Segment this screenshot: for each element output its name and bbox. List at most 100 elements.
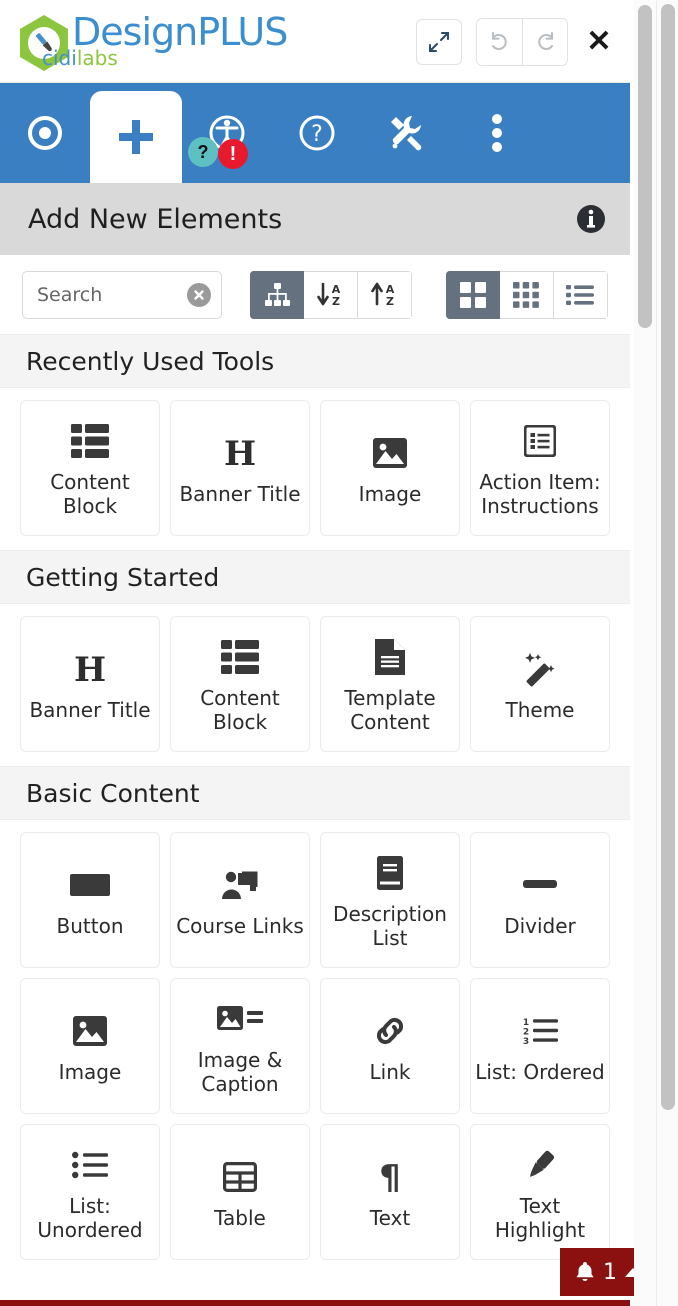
sort-alpha-down-button[interactable]: A Z <box>303 270 358 319</box>
sort-button-group: A Z A Z <box>249 270 412 319</box>
tool-card-link[interactable]: Link <box>320 978 460 1114</box>
tab-more[interactable] <box>452 83 542 183</box>
tool-card-label: Content Block <box>50 470 130 518</box>
redo-button[interactable] <box>522 19 567 65</box>
section-grid-basic-content: Button Course Links Description List Div… <box>0 820 630 1274</box>
page-title: Add New Elements <box>28 203 283 235</box>
svg-text:¶: ¶ <box>379 1160 401 1194</box>
section-title: Getting Started <box>26 562 220 592</box>
bottom-rule <box>0 1300 630 1306</box>
paragraph-icon: ¶ <box>375 1154 405 1200</box>
undo-button[interactable] <box>477 19 522 65</box>
page-title-bar: Add New Elements <box>0 183 630 255</box>
sitemap-icon <box>264 282 290 307</box>
designplus-sidebar-app: DesignPLUS cidilabs ✕ ? ! ? Add New Elem… <box>0 0 678 1306</box>
svg-text:1: 1 <box>523 1018 529 1028</box>
tool-card-label: Button <box>56 914 124 938</box>
grid-large-button[interactable] <box>445 270 500 319</box>
page-scrollbar-thumb[interactable] <box>661 4 675 1110</box>
tool-card-image-caption[interactable]: Image & Caption <box>170 978 310 1114</box>
list-unordered-icon <box>72 1142 108 1188</box>
svg-text:Z: Z <box>332 295 340 308</box>
tool-card-label: Table <box>214 1206 266 1230</box>
clear-search-icon[interactable] <box>186 282 211 307</box>
sort-alpha-up-button[interactable]: A Z <box>357 270 412 319</box>
svg-text:?: ? <box>311 122 323 147</box>
search-input[interactable] <box>23 283 183 306</box>
tool-card-label: Theme <box>505 698 575 722</box>
section-title: Basic Content <box>26 778 200 808</box>
magic-wand-icon <box>522 646 558 692</box>
tool-card-image[interactable]: Image <box>320 400 460 536</box>
tool-card-image[interactable]: Image <box>20 978 160 1114</box>
tool-card-text-highlight[interactable]: Text Highlight <box>470 1124 610 1260</box>
tab-accessibility[interactable]: ? ! <box>182 83 272 183</box>
tool-card-theme[interactable]: Theme <box>470 616 610 752</box>
page-scrollbar[interactable] <box>656 0 678 1306</box>
heading-h-icon: H <box>223 430 257 476</box>
tool-card-label: Course Links <box>176 914 304 938</box>
brand-text: DesignPLUS cidilabs <box>42 12 288 69</box>
brand-subtitle: cidilabs <box>42 48 118 69</box>
accessibility-question-badge: ? <box>188 137 218 167</box>
grid-large-icon <box>459 281 486 308</box>
tab-tools[interactable] <box>362 83 452 183</box>
expand-icon <box>428 31 450 53</box>
tool-card-list-unordered[interactable]: List: Unordered <box>20 1124 160 1260</box>
accessibility-error-badge: ! <box>218 139 248 169</box>
search-box <box>22 270 222 319</box>
tool-card-label: Text <box>369 1206 411 1230</box>
tool-card-text[interactable]: ¶ Text <box>320 1124 460 1260</box>
sort-alpha-down-icon: A Z <box>315 282 345 308</box>
tool-card-divider[interactable]: Divider <box>470 832 610 968</box>
expand-button[interactable] <box>416 19 462 65</box>
table-icon <box>223 1154 257 1200</box>
tool-card-label: Text Highlight <box>494 1194 586 1242</box>
close-button[interactable]: ✕ <box>582 19 616 65</box>
tool-card-button[interactable]: Button <box>20 832 160 968</box>
document-icon <box>375 634 405 680</box>
tool-card-course-links[interactable]: Course Links <box>170 832 310 968</box>
tab-add[interactable] <box>90 91 182 183</box>
tool-card-action-item-instructions[interactable]: Action Item: Instructions <box>470 400 610 536</box>
content-block-icon <box>71 418 109 464</box>
svg-text:2: 2 <box>523 1028 529 1038</box>
section-header-recently-used: Recently Used Tools <box>0 334 630 388</box>
bullseye-icon <box>23 111 67 155</box>
tool-card-label: Template Content <box>344 686 436 734</box>
grid-small-button[interactable] <box>499 270 554 319</box>
tool-card-banner-title[interactable]: H Banner Title <box>170 400 310 536</box>
tool-card-table[interactable]: Table <box>170 1124 310 1260</box>
panel-scrollbar-thumb[interactable] <box>638 5 652 328</box>
tool-card-content-block[interactable]: Content Block <box>20 400 160 536</box>
undo-icon <box>488 30 512 54</box>
book-icon <box>377 850 403 896</box>
section-header-basic-content: Basic Content <box>0 766 630 820</box>
list-view-icon <box>566 284 595 306</box>
tool-card-template-content[interactable]: Template Content <box>320 616 460 752</box>
brand-sub-secondary: labs <box>76 46 118 70</box>
tool-card-label: Link <box>369 1060 411 1084</box>
list-ordered-icon: 1 2 3 <box>522 1008 558 1054</box>
tool-card-list-ordered[interactable]: 1 2 3 List: Ordered <box>470 978 610 1114</box>
svg-text:3: 3 <box>523 1037 529 1045</box>
question-circle-icon: ? <box>294 110 340 156</box>
tool-card-content-block[interactable]: Content Block <box>170 616 310 752</box>
tool-card-description-list[interactable]: Description List <box>320 832 460 968</box>
undo-redo-group <box>476 18 568 66</box>
tool-card-banner-title[interactable]: H Banner Title <box>20 616 160 752</box>
tab-bar: ? ! ? <box>0 83 630 183</box>
divider-icon <box>523 862 557 908</box>
course-links-icon <box>222 862 258 908</box>
tab-help[interactable]: ? <box>272 83 362 183</box>
list-view-button[interactable] <box>553 270 608 319</box>
sitemap-button[interactable] <box>249 270 304 319</box>
highlighter-icon <box>522 1142 558 1188</box>
brand-logo: DesignPLUS cidilabs <box>18 10 288 72</box>
info-circle-icon[interactable] <box>576 204 606 234</box>
tab-target[interactable] <box>0 83 90 183</box>
image-caption-icon <box>217 996 263 1042</box>
view-button-group <box>445 270 608 319</box>
tool-card-label: Banner Title <box>179 482 301 506</box>
panel-scrollbar[interactable] <box>634 0 656 1306</box>
